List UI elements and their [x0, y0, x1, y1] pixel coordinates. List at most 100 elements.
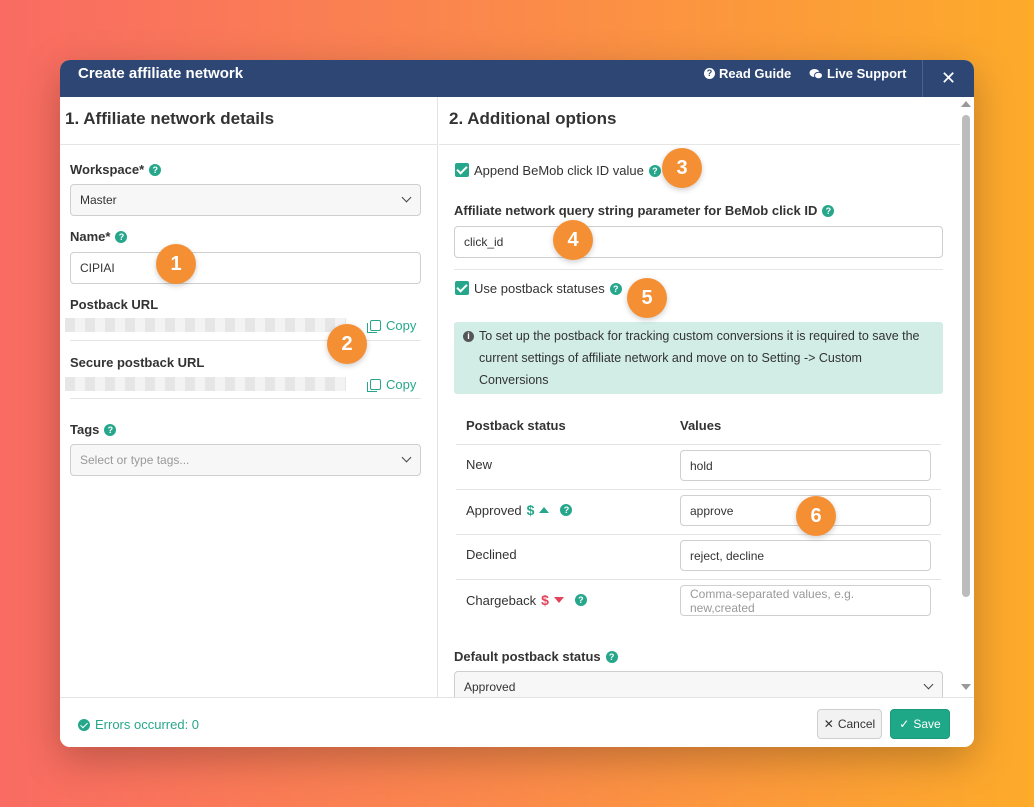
- cancel-button[interactable]: ✕ Cancel: [817, 709, 882, 739]
- query-param-value: click_id: [464, 235, 504, 249]
- append-clickid-checkbox[interactable]: [455, 163, 469, 177]
- scrollbar[interactable]: [960, 97, 974, 697]
- table-row-status: Approved $ ?: [466, 502, 573, 518]
- live-support-link[interactable]: Live Support: [809, 66, 906, 81]
- help-icon[interactable]: ?: [149, 163, 162, 176]
- modal-header: Create affiliate network ? Read Guide Li…: [60, 60, 974, 97]
- tags-label: Tags ?: [70, 422, 117, 437]
- value-input-chargeback[interactable]: Comma-separated values, e.g. new,created: [680, 585, 931, 616]
- table-divider: [456, 579, 941, 580]
- section-title-options: 2. Additional options: [449, 109, 617, 128]
- question-circle-icon: ?: [704, 68, 715, 79]
- arrow-down-icon: [553, 597, 564, 603]
- check-circle-icon: [78, 718, 90, 731]
- table-divider: [456, 444, 941, 445]
- additional-options-panel: 2. Additional options Append BeMob click…: [439, 97, 960, 697]
- help-icon[interactable]: ?: [822, 204, 835, 217]
- default-postback-status-label: Default postback status ?: [454, 649, 618, 664]
- query-param-label: Affiliate network query string parameter…: [454, 203, 835, 218]
- workspace-select[interactable]: Master: [70, 184, 421, 216]
- divider: [70, 340, 421, 341]
- value-text: reject, decline: [690, 548, 765, 563]
- postback-url-value-redacted: [65, 318, 346, 332]
- close-icon: ✕: [940, 68, 957, 88]
- divider: [70, 398, 421, 399]
- arrow-up-icon: [539, 507, 550, 513]
- chevron-down-icon: [401, 192, 412, 203]
- save-button[interactable]: ✓ Save: [890, 709, 950, 739]
- divider: [60, 144, 438, 145]
- value-text: hold: [690, 458, 713, 473]
- modal-footer: Errors occurred: 0 ✕ Cancel ✓ Save: [60, 697, 974, 747]
- help-icon[interactable]: ?: [648, 164, 661, 177]
- copy-secure-postback-button[interactable]: Copy: [367, 377, 417, 392]
- scroll-down-arrow-icon[interactable]: [961, 684, 971, 690]
- name-label-text: Name*: [70, 229, 111, 244]
- table-row-status: Chargeback $ ?: [466, 592, 587, 608]
- value-text: approve: [690, 503, 734, 518]
- modal-title: Create affiliate network: [78, 65, 244, 82]
- workspace-label: Workspace* ?: [70, 162, 162, 177]
- annotation-badge: 2: [327, 324, 367, 364]
- value-placeholder: Comma-separated values, e.g. new,created: [690, 586, 855, 615]
- copy-postback-button[interactable]: Copy: [367, 318, 417, 333]
- help-icon[interactable]: ?: [605, 650, 618, 663]
- append-clickid-label-text: Append BeMob click ID value: [474, 163, 644, 178]
- tags-label-text: Tags: [70, 422, 100, 437]
- annotation-badge: 5: [627, 278, 667, 318]
- help-icon[interactable]: ?: [104, 423, 117, 436]
- annotation-badge: 6: [796, 496, 836, 536]
- info-box: i To set up the postback for tracking cu…: [454, 322, 943, 394]
- chevron-down-icon: [923, 679, 934, 690]
- workspace-value: Master: [80, 193, 117, 207]
- divider: [439, 144, 960, 145]
- tags-select[interactable]: Select or type tags...: [70, 444, 421, 476]
- query-param-input[interactable]: click_id: [454, 226, 943, 258]
- default-postback-status-select[interactable]: Approved: [454, 671, 943, 697]
- annotation-badge: 4: [553, 220, 593, 260]
- col-header-values: Values: [680, 418, 722, 433]
- annotation-badge: 1: [156, 244, 196, 284]
- check-icon: ✓: [899, 717, 910, 731]
- section-title-details: 1. Affiliate network details: [65, 109, 275, 128]
- name-label: Name* ?: [70, 229, 128, 244]
- table-row-status: Declined: [466, 547, 517, 562]
- secure-postback-url-label: Secure postback URL: [70, 355, 204, 370]
- x-icon: ✕: [823, 717, 834, 731]
- close-button[interactable]: ✕: [922, 60, 974, 97]
- copy-icon: [367, 379, 381, 392]
- query-param-label-text: Affiliate network query string parameter…: [454, 203, 818, 218]
- scrollbar-thumb[interactable]: [962, 115, 970, 597]
- value-input-new[interactable]: hold: [680, 450, 931, 481]
- scroll-up-arrow-icon[interactable]: [961, 101, 971, 107]
- col-header-postback-status: Postback status: [466, 418, 566, 433]
- postback-url-label-text: Postback URL: [70, 297, 159, 312]
- status-label: Chargeback: [466, 592, 537, 608]
- use-postback-statuses-checkbox[interactable]: [455, 281, 469, 295]
- table-divider: [456, 534, 941, 535]
- save-label: Save: [913, 717, 941, 731]
- use-postback-statuses-label-text: Use postback statuses: [474, 281, 605, 296]
- help-icon[interactable]: ?: [609, 282, 622, 295]
- secure-postback-url-value-redacted: [65, 377, 346, 391]
- read-guide-link[interactable]: ? Read Guide: [704, 66, 791, 81]
- default-postback-status-value: Approved: [464, 680, 516, 694]
- info-icon: i: [463, 331, 474, 342]
- chevron-down-icon: [401, 452, 412, 463]
- copy-label: Copy: [386, 377, 417, 392]
- status-label: New: [466, 457, 493, 472]
- default-postback-status-label-text: Default postback status: [454, 649, 601, 664]
- affiliate-details-panel: 1. Affiliate network details Workspace* …: [60, 97, 438, 697]
- copy-label: Copy: [386, 318, 417, 333]
- help-icon[interactable]: ?: [560, 504, 573, 516]
- secure-postback-url-label-text: Secure postback URL: [70, 355, 205, 370]
- name-input[interactable]: CIPIAI: [70, 252, 421, 284]
- value-input-declined[interactable]: reject, decline: [680, 540, 931, 571]
- help-icon[interactable]: ?: [574, 594, 587, 606]
- name-value: CIPIAI: [80, 261, 115, 275]
- status-label: Declined: [466, 547, 517, 562]
- help-icon[interactable]: ?: [115, 230, 128, 243]
- errors-status-text: Errors occurred: 0: [95, 717, 200, 732]
- read-guide-label: Read Guide: [719, 66, 792, 81]
- annotation-badge: 3: [662, 148, 702, 188]
